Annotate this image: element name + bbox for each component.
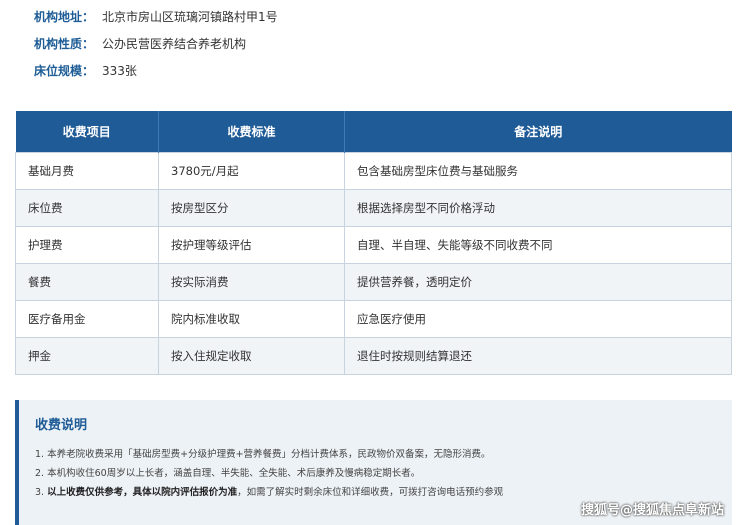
table-cell: 医疗备用金 [15,300,159,338]
column-header: 备注说明 [344,111,732,153]
table-cell: 3780元/月起 [158,152,345,190]
table-cell: 自理、半自理、失能等级不同收费不同 [344,226,732,264]
note-number: 2. [35,468,45,479]
table-header-row: 收费项目 收费标准 备注说明 [15,111,732,153]
note-bold-text: 以上收费仅供参考，具体以院内评估报价为准 [47,487,238,498]
note-number: 1. [35,449,45,460]
table-cell: 根据选择房型不同价格浮动 [344,189,732,227]
table-cell: 退住时按规则结算退还 [344,337,732,375]
table-row: 护理费 按护理等级评估 自理、半自理、失能等级不同收费不同 [15,226,732,264]
info-label: 床位规模： [34,64,95,78]
table-cell: 按实际消费 [158,263,345,301]
table-cell: 按房型区分 [158,189,345,227]
info-label: 机构地址： [34,10,95,24]
table-cell: 提供营养餐，透明定价 [344,263,732,301]
table-row: 床位费 按房型区分 根据选择房型不同价格浮动 [15,189,732,227]
table-cell: 按入住规定收取 [158,337,345,375]
note-text: ，如需了解实时剩余床位和详细收费，可拨打咨询电话预约参观 [237,487,504,498]
column-header: 收费标准 [158,111,345,153]
info-value: 北京市房山区琉璃河镇路村甲1号 [102,10,278,24]
table-cell: 院内标准收取 [158,300,345,338]
table-row: 餐费 按实际消费 提供营养餐，透明定价 [15,263,732,301]
info-value: 公办民营医养结合养老机构 [102,37,247,51]
note-text: 本养老院收费采用「基础房型费+分级护理费+营养餐费」分档计费体系，民政物价双备案… [47,449,491,460]
fee-table: 收费项目 收费标准 备注说明 基础月费 3780元/月起 包含基础房型床位费与基… [15,111,732,375]
table-cell: 包含基础房型床位费与基础服务 [344,152,732,190]
info-value: 333张 [102,64,137,78]
table-row: 基础月费 3780元/月起 包含基础房型床位费与基础服务 [15,152,732,190]
note-item: 2. 本机构收住60周岁以上长者，涵盖自理、半失能、全失能、术后康养及慢病稳定期… [35,464,732,483]
info-label: 机构性质： [34,37,95,51]
info-row-address: 机构地址： 北京市房山区琉璃河镇路村甲1号 [34,8,278,35]
table-cell: 应急医疗使用 [344,300,732,338]
table-cell: 餐费 [15,263,159,301]
column-header: 收费项目 [15,111,159,153]
table-row: 押金 按入住规定收取 退住时按规则结算退还 [15,337,732,375]
table-cell: 护理费 [15,226,159,264]
info-row-beds: 床位规模： 333张 [34,62,278,89]
table-cell: 押金 [15,337,159,375]
note-item: 1. 本养老院收费采用「基础房型费+分级护理费+营养餐费」分档计费体系，民政物价… [35,445,732,464]
watermark: 搜狐号@搜狐焦点阜新站 [580,503,724,518]
table-cell: 床位费 [15,189,159,227]
institution-info: 机构地址： 北京市房山区琉璃河镇路村甲1号 机构性质： 公办民营医养结合养老机构… [34,8,278,89]
table-cell: 按护理等级评估 [158,226,345,264]
info-row-nature: 机构性质： 公办民营医养结合养老机构 [34,35,278,62]
notes-title: 收费说明 [35,418,88,433]
table-cell: 基础月费 [15,152,159,190]
note-text: 本机构收住60周岁以上长者，涵盖自理、半失能、全失能、术后康养及慢病稳定期长者。 [47,468,421,479]
note-number: 3. [35,487,45,498]
table-row: 医疗备用金 院内标准收取 应急医疗使用 [15,300,732,338]
